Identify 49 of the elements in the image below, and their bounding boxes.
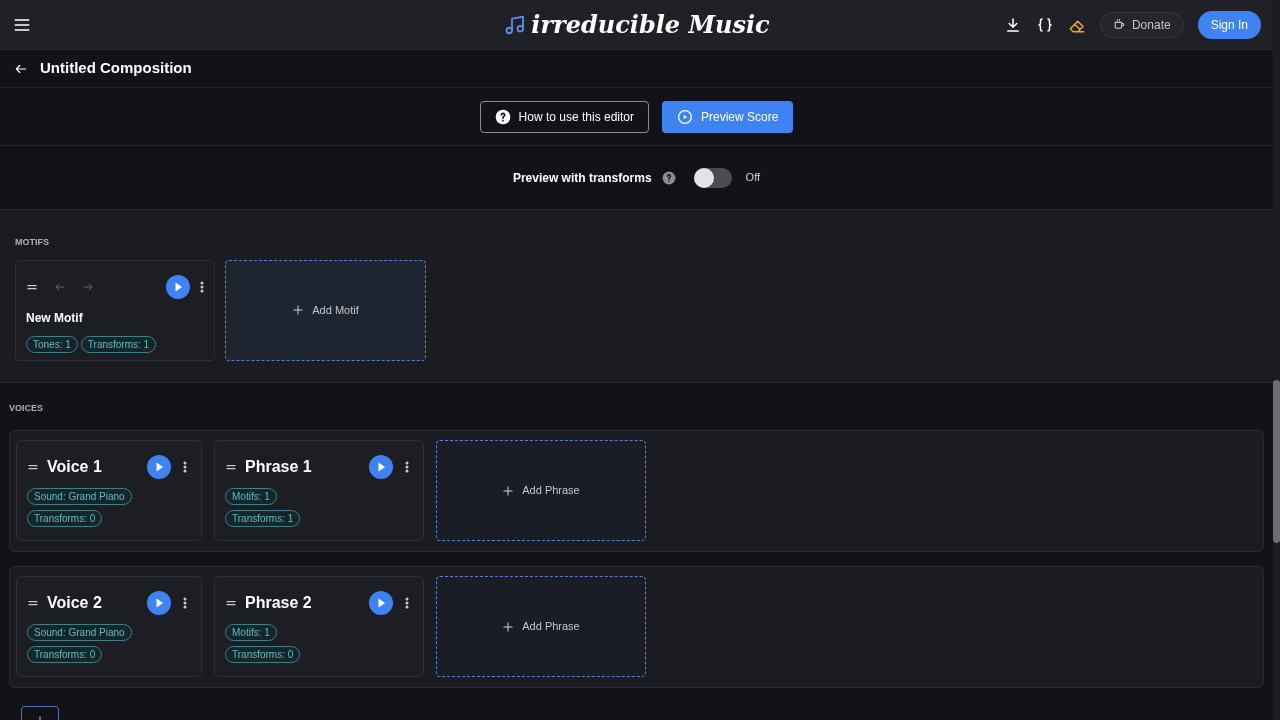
tag: Transforms: 0 xyxy=(27,510,103,527)
code-braces-icon[interactable] xyxy=(1035,15,1054,34)
logo-text: irreducible Music xyxy=(531,8,770,41)
tag: Tones: 1 xyxy=(26,335,78,353)
more-options-icon[interactable] xyxy=(183,461,187,473)
coffee-cup-icon xyxy=(1112,18,1126,31)
tag: Transforms: 0 xyxy=(27,646,103,663)
voice-name: Voice 2 xyxy=(47,593,102,613)
play-button[interactable] xyxy=(147,455,171,479)
play-circle-icon xyxy=(677,108,693,125)
play-button[interactable] xyxy=(147,591,171,615)
play-button[interactable] xyxy=(369,591,393,615)
help-button[interactable]: How to use this editor xyxy=(479,100,649,133)
plus-icon xyxy=(502,620,515,633)
motif-name: New Motif xyxy=(26,309,84,327)
tag: Sound: Grand Piano xyxy=(27,624,132,641)
phrase-name: Phrase 1 xyxy=(245,457,312,477)
add-button[interactable]: Add Phrase xyxy=(436,440,646,541)
phrase-name: Phrase 2 xyxy=(245,593,312,613)
more-options-icon[interactable] xyxy=(405,597,409,609)
page-title: Untitled Composition xyxy=(40,58,192,79)
toggle-state: Off xyxy=(745,170,761,186)
preview-score-button[interactable]: Preview Score xyxy=(662,100,794,133)
toggle-switch[interactable] xyxy=(693,167,732,188)
donate-button[interactable]: Donate xyxy=(1099,11,1184,38)
add-button[interactable]: Add Motif xyxy=(225,259,426,361)
plus-icon xyxy=(292,304,305,316)
sign-in-button[interactable]: Sign In xyxy=(1197,10,1261,39)
voice-name: Voice 1 xyxy=(47,457,102,477)
tag: Transforms: 1 xyxy=(80,335,157,353)
more-options-icon[interactable] xyxy=(200,280,204,293)
tag: Motifs: 1 xyxy=(225,624,277,641)
play-button[interactable] xyxy=(369,455,393,479)
more-options-icon[interactable] xyxy=(405,461,409,473)
tag: Transforms: 0 xyxy=(225,646,301,663)
question-icon xyxy=(494,108,511,125)
plus-icon xyxy=(502,484,515,497)
add-button[interactable]: Add Phrase xyxy=(436,576,646,677)
music-note-icon xyxy=(503,13,526,36)
tag: Motifs: 1 xyxy=(225,488,277,505)
section-heading: MOTIFS xyxy=(15,236,50,249)
section-heading: VOICES xyxy=(9,402,44,415)
more-options-icon[interactable] xyxy=(183,597,187,609)
tag: Sound: Grand Piano xyxy=(27,488,132,505)
tag: Transforms: 1 xyxy=(225,510,301,527)
play-button[interactable] xyxy=(166,274,190,299)
help-icon[interactable] xyxy=(661,170,676,185)
scrollbar[interactable] xyxy=(1273,0,1280,720)
toggle-label: Preview with transforms xyxy=(512,169,652,187)
